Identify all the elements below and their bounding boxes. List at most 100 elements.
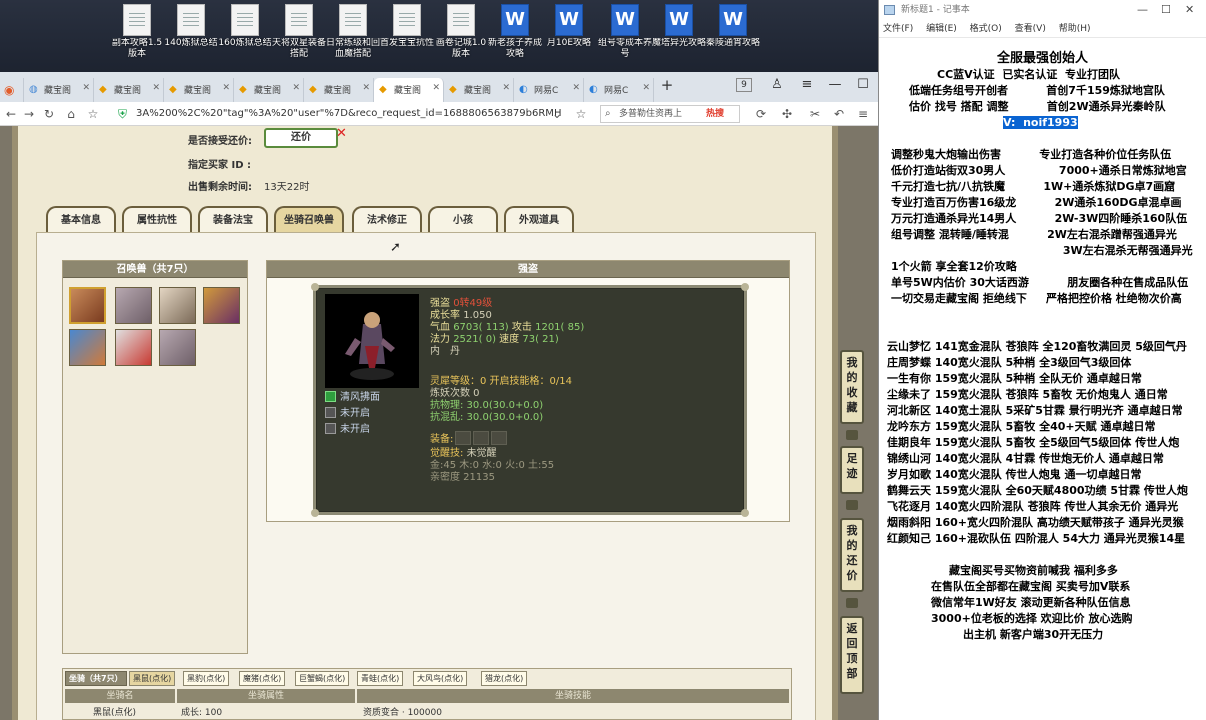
menu-edit[interactable]: 编辑(E) [926, 24, 957, 34]
mount-tab[interactable]: 猎龙(点化) [481, 671, 528, 686]
tab-equipment[interactable]: 装备法宝 [198, 206, 268, 234]
notepad-text-area[interactable]: 全服最强创始人 CC蓝V认证 已实名认证 专业打团队 低端任务组号开创者 首创7… [879, 40, 1206, 720]
desktop-icon[interactable]: W 月10E攻略 [542, 4, 596, 60]
mount-tab[interactable]: 大风鸟(点化) [413, 671, 468, 686]
tab-count-badge[interactable]: 9 [736, 78, 752, 92]
desktop-icon[interactable]: 日常练级和回血魔搭配 [326, 4, 380, 60]
mount-tab[interactable]: 黑鼠(点化) [129, 671, 176, 686]
equip-slot[interactable] [491, 431, 508, 445]
pet-avatar[interactable] [159, 287, 196, 324]
close-icon[interactable]: ✕ [432, 83, 440, 93]
screen: 副本攻略1.5版本 140炼狱总结 160炼狱总结 天将双星装备搭配 日常练级和… [0, 0, 1206, 720]
pet-avatar[interactable] [159, 329, 196, 366]
mount-tab[interactable]: 魔猪(点化) [239, 671, 286, 686]
browser-tab[interactable]: ◐ 网易C ✕ [514, 78, 584, 102]
browser-tab[interactable]: ◆ 藏宝阁 ✕ [444, 78, 514, 102]
forward-icon[interactable]: → [20, 104, 38, 124]
footprint-button[interactable]: 足迹 [840, 446, 864, 494]
my-favorites-button[interactable]: 我的收藏 [840, 350, 864, 424]
close-icon[interactable]: ✕ [572, 83, 580, 93]
close-icon[interactable]: ✕ [222, 83, 230, 93]
browser-tab[interactable]: ◆ 藏宝阁 ✕ [94, 78, 164, 102]
time-left-label: 出售剩余时间: [188, 182, 252, 193]
desktop-icon[interactable]: 天将双星装备搭配 [272, 4, 326, 60]
address-bar[interactable]: ⛨ 3A%200%2C%20"tag"%3A%20"user"%7D&reco_r… [114, 104, 594, 124]
close-icon[interactable]: ✕ [292, 83, 300, 93]
home-icon[interactable]: ⌂ [62, 104, 80, 124]
extension-icon[interactable]: ✣ [778, 104, 796, 124]
refresh-page-icon[interactable]: ⟳ [752, 104, 770, 124]
close-icon[interactable]: ✕ [152, 83, 160, 93]
my-offers-button[interactable]: 我的还价 [840, 518, 864, 592]
desktop-icon[interactable]: W 秦陵通宵攻略 [706, 4, 760, 60]
pet-avatar-selected[interactable] [69, 287, 106, 324]
desktop-icon[interactable]: W 组号零成本养号 [598, 4, 652, 60]
undo-icon[interactable]: ↶ [830, 104, 848, 124]
minimize-button[interactable]: — [822, 74, 848, 96]
side-connector [846, 430, 858, 440]
new-tab-button[interactable]: + [654, 74, 680, 96]
text-line: 河北新区 140宽土混队 5采矿5甘霖 景行明光齐 通卓越日常 [887, 404, 1183, 417]
side-connector [846, 500, 858, 510]
pet-avatar[interactable] [69, 329, 106, 366]
mount-tab[interactable]: 黑豹(点化) [183, 671, 230, 686]
minimize-button[interactable]: — [1137, 0, 1148, 20]
maximize-button[interactable]: ☐ [850, 74, 876, 96]
desktop-icon[interactable]: 160炼狱总结 [218, 4, 272, 60]
offer-button[interactable]: 还价 [264, 128, 338, 148]
tab-attributes[interactable]: 属性抗性 [122, 206, 192, 234]
pet-avatar[interactable] [115, 287, 152, 324]
pet-list-panel: 召唤兽（共7只） [62, 260, 248, 654]
close-icon[interactable]: ✕ [362, 83, 370, 93]
close-icon[interactable]: ✕ [642, 83, 650, 93]
browser-tab[interactable]: ◆ 藏宝阁 ✕ [304, 78, 374, 102]
tab-children[interactable]: 小孩 [428, 206, 498, 234]
favorite-star-icon[interactable]: ☆ [572, 104, 590, 124]
browser-tab[interactable]: ◐ 网易C ✕ [584, 78, 654, 102]
desktop-icon[interactable]: W 魔塔异光攻略 [652, 4, 706, 60]
back-to-top-button[interactable]: 返回顶部 [840, 616, 864, 694]
menu-view[interactable]: 查看(V) [1015, 24, 1046, 34]
mount-col-header: 坐骑技能 [357, 689, 789, 703]
skill-row[interactable]: 未开启 [325, 404, 370, 419]
menu-help[interactable]: 帮助(H) [1059, 24, 1091, 34]
reload-icon[interactable]: ↻ [40, 104, 58, 124]
menu-format[interactable]: 格式(O) [970, 24, 1002, 34]
menu-icon[interactable]: ≡ [794, 74, 820, 96]
mount-tab[interactable]: 巨蟹蝎(点化) [295, 671, 350, 686]
text-line: 龙吟东方 159宽火混队 5畜牧 全40+天赋 通卓越日常 [887, 420, 1156, 433]
desktop-icon[interactable]: 画卷记城1.0版本 [434, 4, 488, 60]
menu-icon[interactable]: ≡ [854, 104, 872, 124]
desktop-icon[interactable]: 140炼狱总结 [164, 4, 218, 60]
browser-tab-active[interactable]: ◆ 藏宝阁 ✕ [374, 78, 444, 102]
pet-avatar[interactable] [115, 329, 152, 366]
desktop-icon[interactable]: W 新老孩子养成攻略 [488, 4, 542, 60]
browser-tab[interactable]: ◍ 藏宝阁 ✕ [24, 78, 94, 102]
hot-search-label[interactable]: 热搜 [706, 106, 724, 119]
close-icon[interactable]: ✕ [82, 83, 90, 93]
skill-row[interactable]: 未开启 [325, 420, 370, 435]
close-icon[interactable]: ✕ [502, 83, 510, 93]
tab-mounts-pets[interactable]: 坐骑召唤兽 [274, 206, 344, 234]
back-icon[interactable]: ← [2, 104, 20, 124]
close-button[interactable]: ✕ [1185, 0, 1194, 20]
skill-row[interactable]: 清风拂面 [325, 388, 380, 403]
equip-slot[interactable] [473, 431, 490, 445]
maximize-button[interactable]: ☐ [1161, 0, 1171, 20]
bookmark-star-icon[interactable]: ☆ [84, 104, 102, 124]
tab-basic-info[interactable]: 基本信息 [46, 206, 116, 234]
equip-slot[interactable] [455, 431, 472, 445]
browser-tab[interactable]: ◆ 藏宝阁 ✕ [234, 78, 304, 102]
mount-tab[interactable]: 青蛙(点化) [357, 671, 404, 686]
shirt-icon[interactable]: ♙ [764, 74, 790, 96]
menu-file[interactable]: 文件(F) [883, 24, 913, 34]
dropdown-icon[interactable]: ⌄ [548, 104, 566, 124]
tab-spells[interactable]: 法术修正 [352, 206, 422, 234]
pet-avatar[interactable] [203, 287, 240, 324]
close-icon[interactable]: ✕ [336, 126, 347, 141]
desktop-icon[interactable]: 副本攻略1.5版本 [110, 4, 164, 60]
browser-tab[interactable]: ◆ 藏宝阁 ✕ [164, 78, 234, 102]
tab-appearance[interactable]: 外观道具 [504, 206, 574, 234]
scissors-icon[interactable]: ✂ [806, 104, 824, 124]
desktop-icon[interactable]: 首发宝宝抗性 [380, 4, 434, 60]
